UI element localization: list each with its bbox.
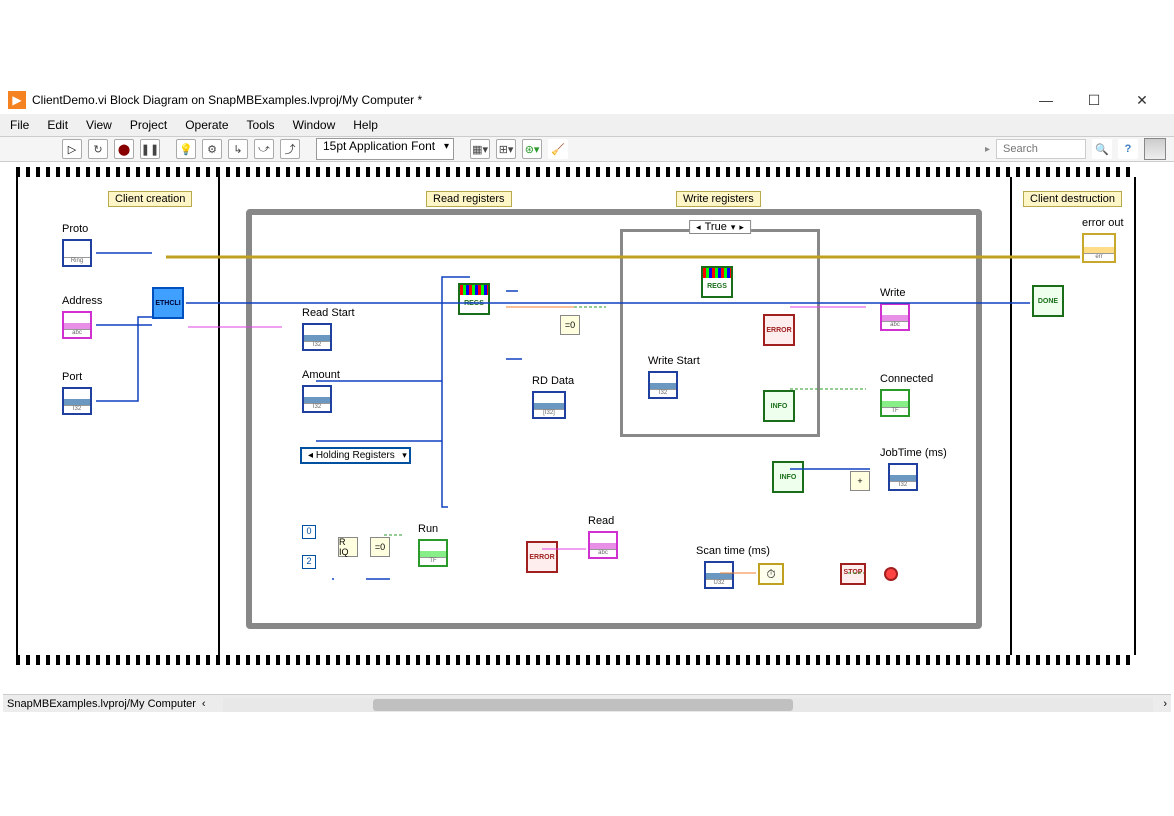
case-structure[interactable]: ◂True▾▸ REGS ERROR INFO: [620, 229, 820, 437]
indicator-connected[interactable]: TF: [880, 389, 910, 417]
menu-tools[interactable]: Tools: [247, 118, 275, 132]
indicator-error-out[interactable]: err: [1082, 233, 1116, 263]
window-title: ClientDemo.vi Block Diagram on SnapMBExa…: [32, 93, 1032, 107]
subvi-regs-write[interactable]: REGS: [701, 266, 733, 298]
wait-ms-icon[interactable]: ⏱: [758, 563, 784, 585]
menu-operate[interactable]: Operate: [185, 118, 228, 132]
block-diagram-canvas[interactable]: Client creation Read registers Write reg…: [6, 163, 1164, 691]
label-error-out: error out: [1082, 217, 1124, 229]
label-amount: Amount: [302, 369, 340, 381]
label-run: Run: [418, 523, 438, 535]
menu-view[interactable]: View: [86, 118, 112, 132]
label-write: Write: [880, 287, 905, 299]
abort-button[interactable]: ⬤: [114, 139, 134, 159]
control-amount[interactable]: I32: [302, 385, 332, 413]
flat-sequence[interactable]: Client creation Read registers Write reg…: [16, 167, 1136, 665]
horizontal-scrollbar[interactable]: [223, 698, 1153, 712]
menu-edit[interactable]: Edit: [47, 118, 68, 132]
run-button[interactable]: ▷: [62, 139, 82, 159]
control-scan-time[interactable]: U32: [704, 561, 734, 589]
label-read-start: Read Start: [302, 307, 355, 319]
label-write-registers: Write registers: [676, 191, 761, 207]
scrollbar-thumb[interactable]: [373, 699, 793, 711]
project-path: SnapMBExamples.lvproj/My Computer: [7, 698, 196, 710]
loop-condition-icon[interactable]: [884, 567, 898, 581]
fn-eq0[interactable]: =0: [560, 315, 580, 335]
indicator-run[interactable]: TF: [418, 539, 448, 567]
close-button[interactable]: ✕: [1128, 86, 1156, 114]
label-client-creation: Client creation: [108, 191, 192, 207]
stop-button[interactable]: STOP: [840, 563, 866, 585]
control-address[interactable]: abc: [62, 311, 92, 339]
status-bar: SnapMBExamples.lvproj/My Computer ‹ ›: [3, 694, 1171, 712]
subvi-error-read[interactable]: ERROR: [526, 541, 558, 573]
maximize-button[interactable]: ☐: [1080, 86, 1108, 114]
run-continuous-button[interactable]: ↻: [88, 139, 108, 159]
pause-button[interactable]: ❚❚: [140, 139, 160, 159]
align-button[interactable]: ▦▾: [470, 139, 490, 159]
menu-bar: File Edit View Project Operate Tools Win…: [0, 114, 1174, 136]
subvi-regs-read[interactable]: REGS: [458, 283, 490, 315]
labview-icon: ▶: [8, 91, 26, 109]
path-nav-left[interactable]: ‹: [202, 698, 206, 710]
indicator-write[interactable]: abc: [880, 303, 910, 331]
label-rd-data: RD Data: [532, 375, 574, 387]
label-read: Read: [588, 515, 614, 527]
label-write-start: Write Start: [648, 355, 700, 367]
label-read-registers: Read registers: [426, 191, 512, 207]
reorder-button[interactable]: ⊛▾: [522, 139, 542, 159]
label-jobtime: JobTime (ms): [880, 447, 947, 459]
label-proto: Proto: [62, 223, 88, 235]
search-input[interactable]: [996, 139, 1086, 159]
subvi-info-time[interactable]: INFO: [772, 461, 804, 493]
label-client-destruction: Client destruction: [1023, 191, 1122, 207]
const-0[interactable]: 0: [302, 525, 316, 539]
const-2[interactable]: 2: [302, 555, 316, 569]
label-address: Address: [62, 295, 102, 307]
font-select[interactable]: 15pt Application Font: [316, 138, 454, 160]
step-out-button[interactable]: ⤴: [280, 139, 300, 159]
control-port[interactable]: I32: [62, 387, 92, 415]
indicator-jobtime[interactable]: I32: [888, 463, 918, 491]
cleanup-button[interactable]: 🧹: [548, 139, 568, 159]
help-icon[interactable]: ?: [1118, 139, 1138, 159]
label-port: Port: [62, 371, 82, 383]
subvi-done[interactable]: DONE: [1032, 285, 1064, 317]
const-holding-registers[interactable]: ◂ Holding Registers: [300, 447, 411, 464]
context-help-icon[interactable]: [1144, 138, 1166, 160]
menu-help[interactable]: Help: [353, 118, 378, 132]
menu-window[interactable]: Window: [293, 118, 336, 132]
step-over-button[interactable]: ⤻: [254, 139, 274, 159]
indicator-rd-data[interactable]: [I32]: [532, 391, 566, 419]
title-bar: ▶ ClientDemo.vi Block Diagram on SnapMBE…: [0, 86, 1174, 114]
control-read-start[interactable]: I32: [302, 323, 332, 351]
subvi-ethcli[interactable]: ETHCLI: [152, 287, 184, 319]
control-proto[interactable]: Ring: [62, 239, 92, 267]
path-nav-right[interactable]: ›: [1163, 698, 1167, 710]
subvi-error[interactable]: ERROR: [763, 314, 795, 346]
menu-file[interactable]: File: [10, 118, 29, 132]
toolbar: ▷ ↻ ⬤ ❚❚ 💡 ⚙ ↳ ⤻ ⤴ 15pt Application Font…: [0, 136, 1174, 162]
control-write-start[interactable]: I32: [648, 371, 678, 399]
menu-project[interactable]: Project: [130, 118, 167, 132]
step-into-button[interactable]: ↳: [228, 139, 248, 159]
case-selector[interactable]: ◂True▾▸: [689, 220, 751, 234]
indicator-read[interactable]: abc: [588, 531, 618, 559]
fn-plus[interactable]: +: [850, 471, 870, 491]
while-loop[interactable]: Read Start I32 Amount I32 ◂ Holding Regi…: [246, 209, 982, 629]
label-scan-time: Scan time (ms): [696, 545, 770, 557]
search-icon[interactable]: 🔍: [1092, 139, 1112, 159]
highlight-button[interactable]: 💡: [176, 139, 196, 159]
fn-quotient[interactable]: R IQ: [338, 537, 358, 557]
retain-wire-button[interactable]: ⚙: [202, 139, 222, 159]
fn-eq0-loop[interactable]: =0: [370, 537, 390, 557]
label-connected: Connected: [880, 373, 933, 385]
subvi-info-conn[interactable]: INFO: [763, 390, 795, 422]
distribute-button[interactable]: ⊞▾: [496, 139, 516, 159]
minimize-button[interactable]: —: [1032, 86, 1060, 114]
